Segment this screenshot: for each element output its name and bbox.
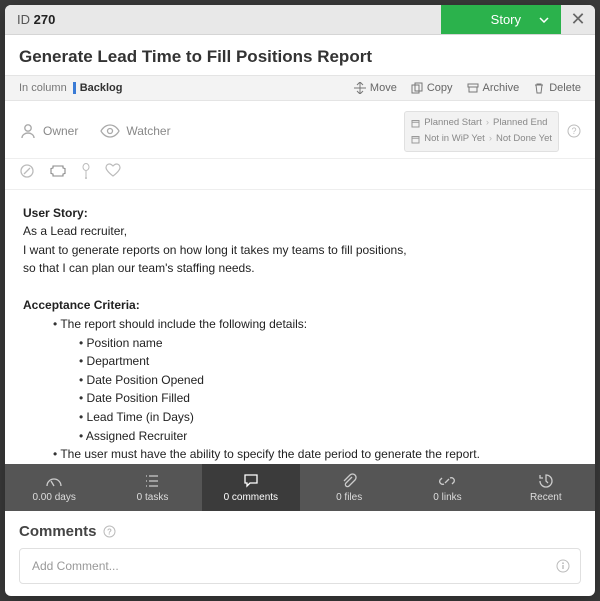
attachment-icon: [340, 472, 358, 490]
meta-actions: Move Copy Archive Delete: [354, 82, 581, 94]
detail-5: Lead Time (in Days): [71, 408, 577, 427]
tab-days[interactable]: 0.00 days: [5, 464, 103, 511]
column-color-swatch: [73, 82, 76, 94]
story-line-1: As a Lead recruiter,: [23, 222, 577, 241]
id-label: ID: [17, 12, 30, 27]
planned-dates-line: Planned Start › Planned End: [411, 116, 552, 130]
tab-days-label: 0.00 days: [32, 492, 75, 503]
card-id: ID 270: [5, 12, 67, 27]
watcher-group[interactable]: Watcher: [100, 124, 170, 138]
chevron-right-icon: ›: [486, 116, 489, 130]
people-row: Owner Watcher Planned Start › Planned En…: [5, 101, 595, 159]
card-modal: ID 270 Story ✕ Generate Lead Time to Fil…: [5, 5, 595, 596]
link-icon: [438, 472, 456, 490]
tab-links[interactable]: 0 links: [398, 464, 496, 511]
property-icons-row: [5, 159, 595, 190]
copy-label: Copy: [427, 82, 453, 94]
modal-header: ID 270 Story ✕: [5, 5, 595, 35]
detail-2: Department: [71, 352, 577, 371]
tab-recent-label: Recent: [530, 492, 562, 503]
trash-icon: [533, 82, 545, 94]
user-story-heading: User Story:: [23, 206, 88, 220]
archive-label: Archive: [483, 82, 520, 94]
copy-button[interactable]: Copy: [411, 82, 453, 94]
card-type-dropdown[interactable]: Story: [441, 5, 561, 34]
eye-icon: [100, 124, 120, 138]
watcher-label: Watcher: [126, 124, 170, 138]
tab-tasks[interactable]: 0 tasks: [103, 464, 201, 511]
svg-text:?: ?: [571, 126, 576, 136]
tab-files-label: 0 files: [336, 492, 362, 503]
id-value: 270: [34, 12, 56, 27]
done-status-label: Not Done Yet: [496, 132, 552, 146]
delete-label: Delete: [549, 82, 581, 94]
move-button[interactable]: Move: [354, 82, 397, 94]
comments-heading: Comments: [19, 523, 97, 540]
criteria-2: The user must have the ability to specif…: [45, 445, 577, 464]
delete-button[interactable]: Delete: [533, 82, 581, 94]
checklist-icon: [143, 472, 161, 490]
story-line-2: I want to generate reports on how long i…: [23, 241, 577, 260]
story-line-3: so that I can plan our team's staffing n…: [23, 259, 577, 278]
close-button[interactable]: ✕: [561, 9, 595, 30]
calendar-icon: [411, 119, 420, 128]
comment-icon: [242, 472, 260, 490]
title-row: Generate Lead Time to Fill Positions Rep…: [5, 35, 595, 75]
help-icon[interactable]: ?: [103, 525, 116, 538]
priority-button[interactable]: [81, 163, 91, 179]
wip-status-label: Not in WiP Yet: [424, 132, 485, 146]
status-dates-line: Not in WiP Yet › Not Done Yet: [411, 132, 552, 146]
card-type-label: Story: [491, 12, 521, 27]
card-tabs: 0.00 days 0 tasks 0 comments 0 files 0 l…: [5, 464, 595, 511]
detail-1: Position name: [71, 334, 577, 353]
detail-3: Date Position Opened: [71, 371, 577, 390]
description-body[interactable]: User Story: As a Lead recruiter, I want …: [5, 190, 595, 465]
archive-button[interactable]: Archive: [467, 82, 520, 94]
move-icon: [354, 82, 366, 94]
column-name[interactable]: Backlog: [80, 82, 123, 94]
add-comment-input[interactable]: Add Comment...: [19, 548, 581, 584]
comments-heading-row: Comments ?: [5, 511, 595, 548]
help-icon[interactable]: ?: [567, 124, 581, 138]
planned-end-label: Planned End: [493, 116, 547, 130]
close-icon: ✕: [570, 9, 585, 30]
gauge-icon: [45, 472, 63, 490]
svg-text:?: ?: [107, 528, 112, 537]
tab-files[interactable]: 0 files: [300, 464, 398, 511]
tab-tasks-label: 0 tasks: [137, 492, 169, 503]
tab-comments[interactable]: 0 comments: [202, 464, 300, 511]
planned-start-label: Planned Start: [424, 116, 482, 130]
people-left: Owner Watcher: [19, 122, 171, 140]
owner-group[interactable]: Owner: [19, 122, 78, 140]
detail-6: Assigned Recruiter: [71, 427, 577, 446]
tab-recent[interactable]: Recent: [497, 464, 595, 511]
acceptance-heading: Acceptance Criteria:: [23, 298, 140, 312]
add-comment-placeholder: Add Comment...: [32, 559, 119, 573]
history-icon: [537, 472, 555, 490]
tab-links-label: 0 links: [433, 492, 461, 503]
size-button[interactable]: [49, 163, 67, 179]
person-icon: [19, 122, 37, 140]
chevron-down-icon: [539, 17, 549, 23]
info-icon[interactable]: [556, 559, 570, 573]
chevron-right-icon: ›: [489, 132, 492, 146]
criteria-1: The report should include the following …: [45, 315, 577, 334]
archive-icon: [467, 82, 479, 94]
meta-row: In column Backlog Move Copy Archive Dele…: [5, 75, 595, 101]
like-button[interactable]: [105, 163, 121, 179]
copy-icon: [411, 82, 423, 94]
move-label: Move: [370, 82, 397, 94]
calendar-icon: [411, 135, 420, 144]
detail-4: Date Position Filled: [71, 389, 577, 408]
in-column-label: In column: [19, 82, 67, 94]
card-title[interactable]: Generate Lead Time to Fill Positions Rep…: [19, 47, 581, 67]
tab-comments-label: 0 comments: [224, 492, 278, 503]
owner-label: Owner: [43, 124, 78, 138]
dates-box[interactable]: Planned Start › Planned End Not in WiP Y…: [404, 111, 559, 152]
color-swatch-button[interactable]: [19, 163, 35, 179]
